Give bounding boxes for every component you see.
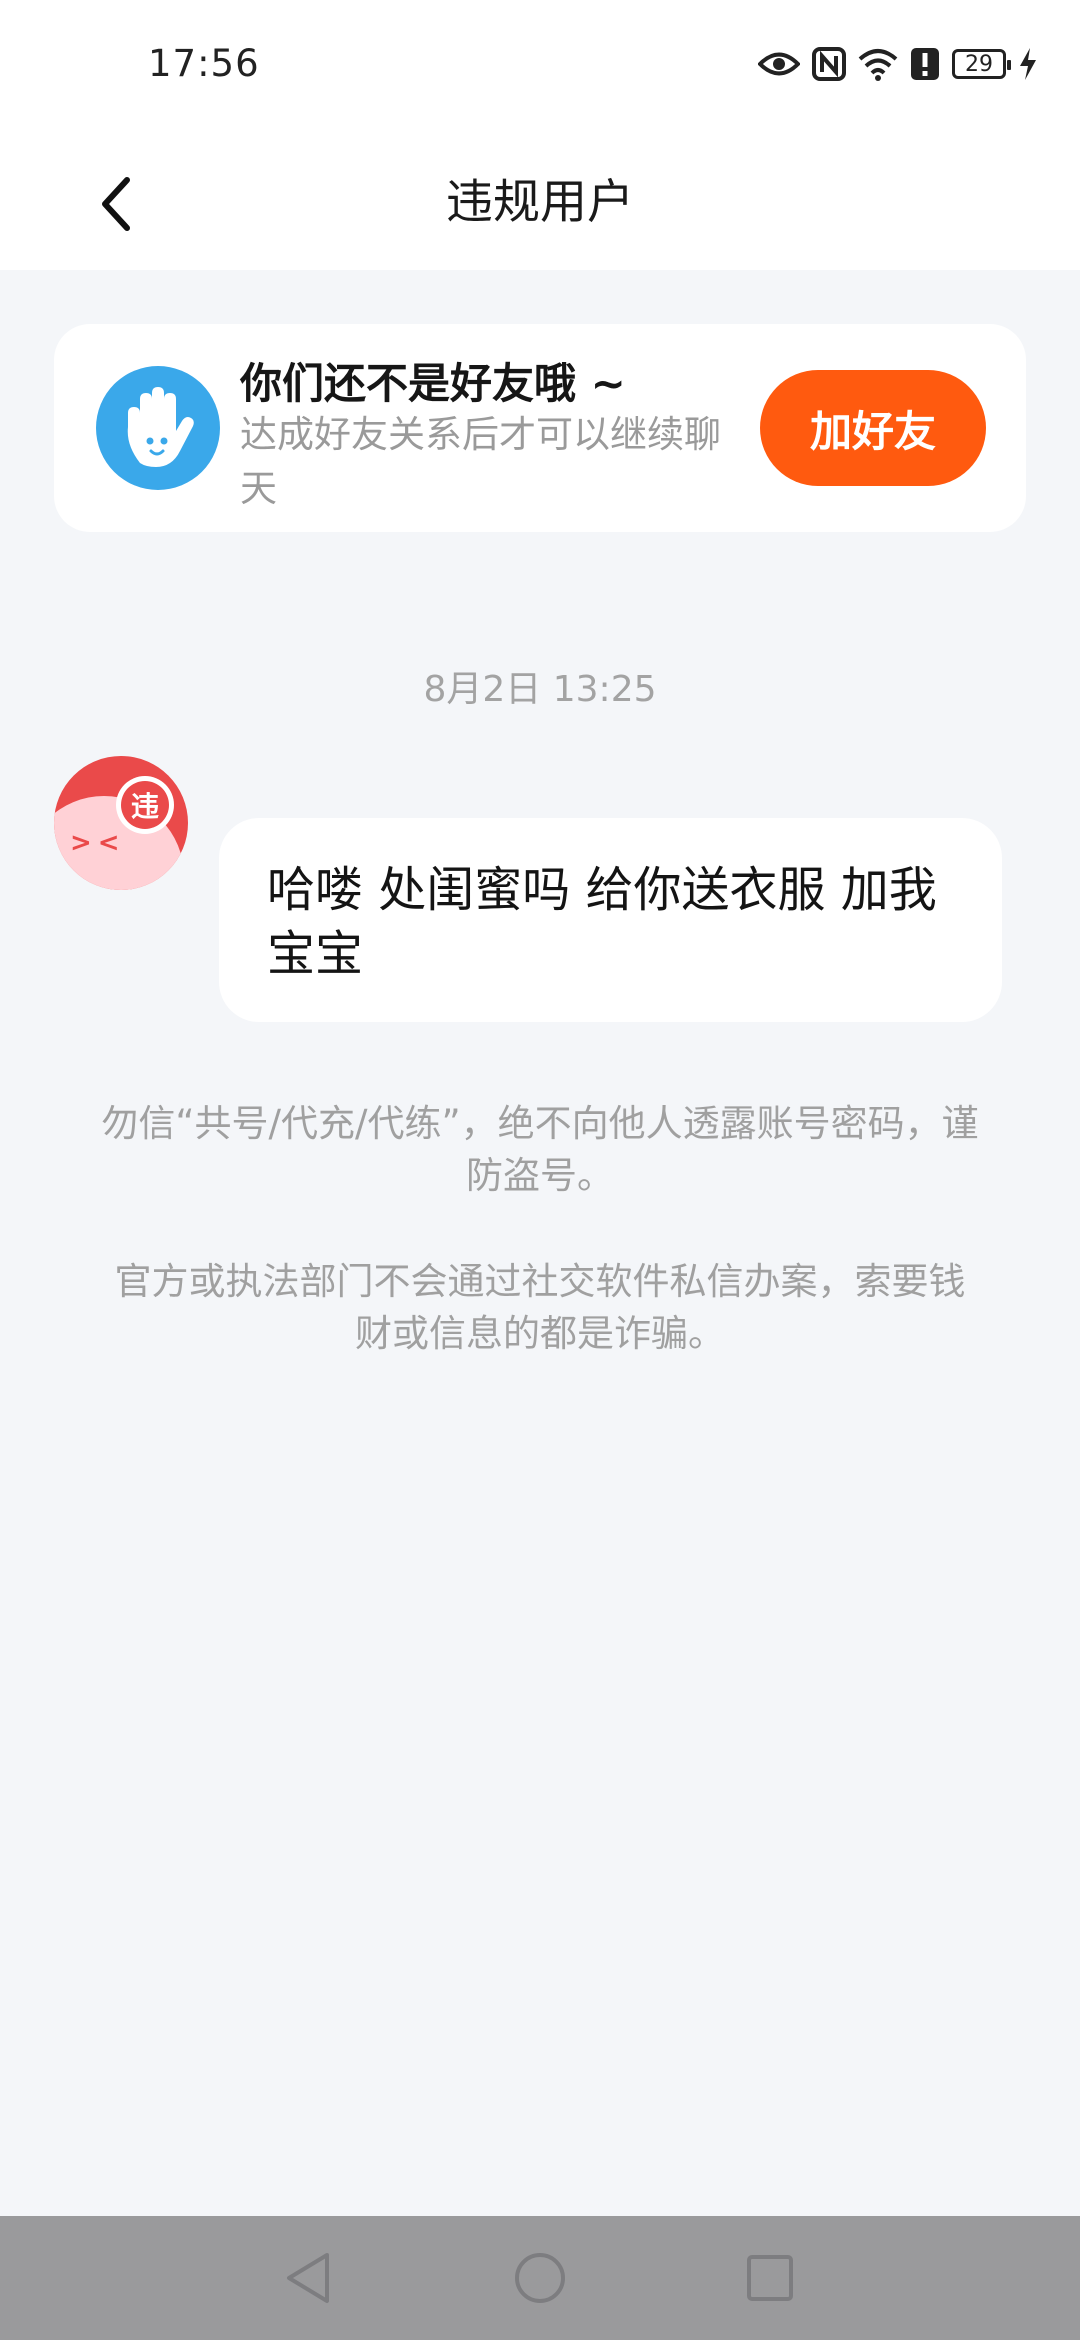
waving-hand-icon xyxy=(96,366,220,490)
message-text: 哈喽 处闺蜜吗 给你送衣服 加我宝宝 xyxy=(267,862,937,982)
status-icons: 29 xyxy=(758,42,1038,86)
message-bubble[interactable]: 哈喽 处闺蜜吗 给你送衣服 加我宝宝 xyxy=(219,818,1002,1022)
back-triangle-icon xyxy=(287,2253,329,2303)
nav-home-button[interactable] xyxy=(510,2248,570,2308)
status-time: 17:56 xyxy=(148,42,260,85)
status-bar: 17:56 29 xyxy=(0,0,1080,135)
nav-recents-button[interactable] xyxy=(740,2248,800,2308)
sender-avatar[interactable]: >< 违 xyxy=(54,756,188,890)
navigation-bar xyxy=(0,2216,1080,2340)
avatar-face-icon: >< xyxy=(70,828,126,858)
violation-badge: 违 xyxy=(116,776,174,834)
page-title: 违规用户 xyxy=(446,175,634,230)
add-friend-button[interactable]: 加好友 xyxy=(760,370,986,486)
alert-icon xyxy=(911,48,939,80)
message-timestamp: 8月2日 13:25 xyxy=(423,669,657,710)
charging-icon xyxy=(1020,48,1036,80)
home-circle-icon xyxy=(515,2253,565,2303)
friend-request-card: 你们还不是好友哦 ~ 达成好友关系后才可以继续聊天 加好友 xyxy=(54,324,1026,532)
nav-back-button[interactable] xyxy=(278,2248,338,2308)
recents-square-icon xyxy=(747,2255,793,2301)
safety-notice-fraud: 官方或执法部门不会通过社交软件私信办案，索要钱财或信息的都是诈骗。 xyxy=(114,1260,966,1355)
eye-icon xyxy=(758,52,800,76)
safety-notice-account: 勿信“共号/代充/代练”，绝不向他人透露账号密码，谨防盗号。 xyxy=(101,1102,979,1197)
header: 违规用户 xyxy=(0,135,1080,270)
battery-icon: 29 xyxy=(952,49,1011,79)
nfc-icon xyxy=(812,47,846,81)
card-description: 达成好友关系后才可以继续聊天 xyxy=(240,413,721,510)
wifi-icon xyxy=(858,49,898,81)
battery-level: 29 xyxy=(965,51,993,77)
card-title: 你们还不是好友哦 ~ xyxy=(240,359,626,408)
violation-badge-label: 违 xyxy=(121,781,169,829)
